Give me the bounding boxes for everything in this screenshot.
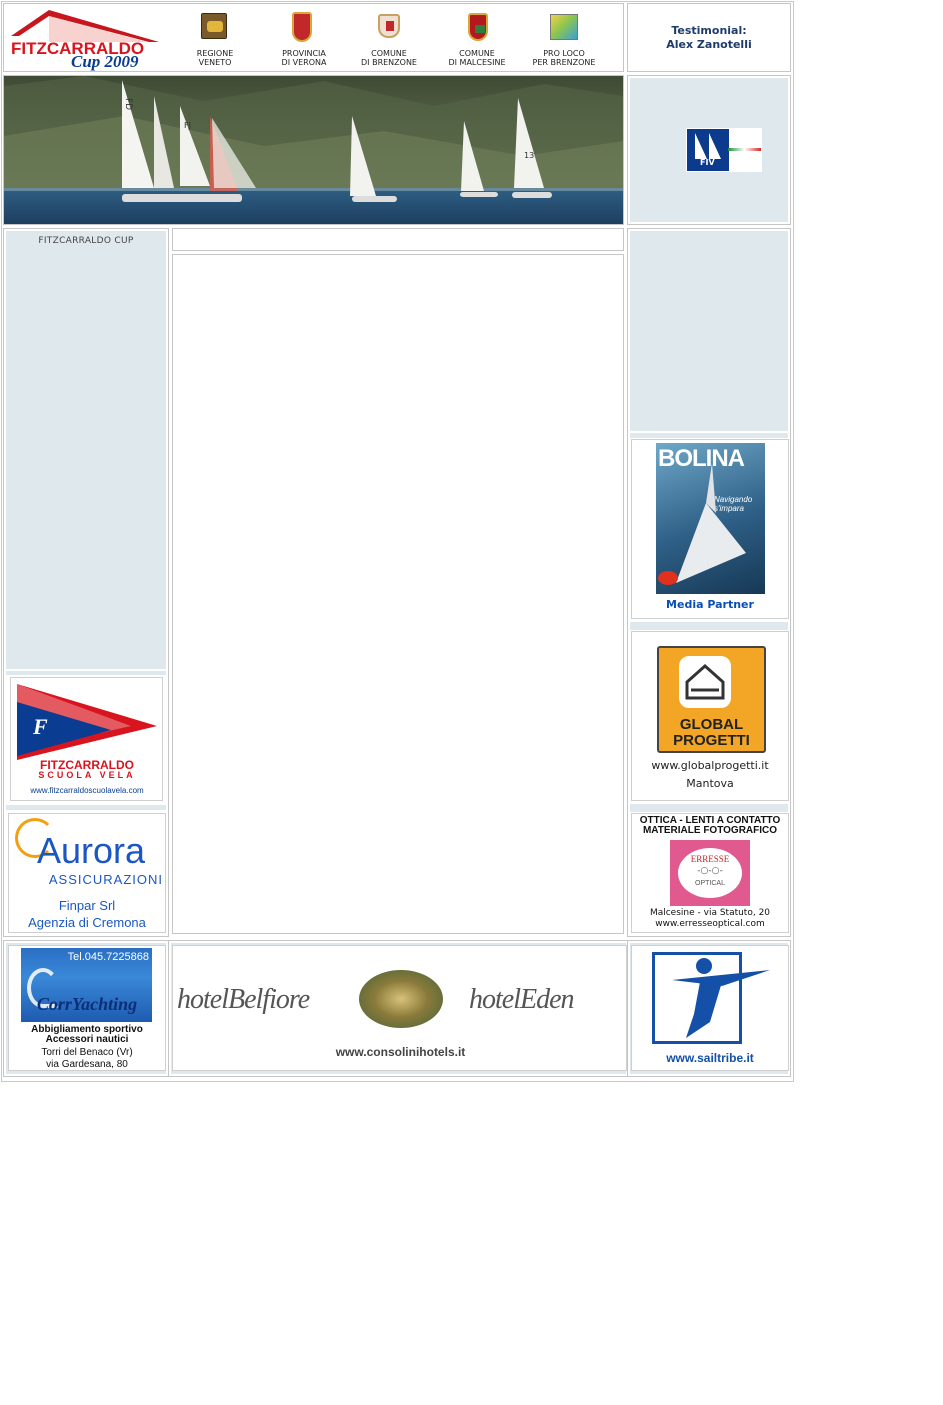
bottom-center-box: hotelBelfiore hotelEden www.consolinihot… [168,940,629,1077]
sidebar-divider [6,671,166,675]
hotels-url: www.consolinihotels.it [335,1045,466,1059]
scuola-vela-f-letter: F [33,714,48,739]
global-line1: GLOBAL [679,716,744,733]
right-sidebar-panel [630,231,788,431]
patron-line1: PROVINCIA [282,49,326,58]
sidebar-divider [630,804,788,812]
fiv-stripe [728,148,761,151]
corr-yachting-logo: Tel.045.7225868 CorrYachting [21,948,152,1022]
sail-number: FJ [184,121,191,130]
erresse-logo: ERRESSE -○-○- OPTICAL [670,840,750,906]
sail-number: FD [123,98,133,110]
glasses-icon: -○-○- [697,866,723,876]
scuola-vela-sub: SCUOLA VELA [38,770,136,780]
center-content [172,254,624,934]
patron-comune-brenzone[interactable]: COMUNE DI BRENZONE [360,12,418,68]
fiv-logo[interactable]: FIV [686,128,762,172]
corr-yachting-line4: via Gardesana, 80 [46,1059,128,1070]
fiv-box: FIV [627,75,791,225]
sailor-figure-icon [672,958,770,1038]
logo-subtitle: Cup 2009 [71,52,139,71]
ad-corr-yachting[interactable]: Tel.045.7225868 CorrYachting Abbigliamen… [8,945,166,1071]
fiv-label: FIV [700,158,715,167]
testimonial-name: Alex Zanotelli [666,38,752,51]
patron-line2: VENETO [198,58,232,67]
shield-crest-icon [468,13,488,41]
sailing-regatta-image: FD FJ 13 [4,76,623,224]
hotel-eden: hotelEden [469,984,575,1015]
corr-yachting-line3: Torri del Benaco (Vr) [41,1047,133,1058]
sailtribe-url: www.sailtribe.it [666,1051,754,1065]
bottom-right-box: www.sailtribe.it [627,940,791,1077]
sidebar-divider [630,622,788,630]
corr-yachting-phone: Tel.045.7225868 [67,951,149,963]
ottica-address: Malcesine - via Statuto, 20 [649,908,771,918]
testimonial-box[interactable]: Testimonial: Alex Zanotelli [627,3,791,72]
sidebar-title: FITZCARRALDO CUP [38,236,134,246]
patron-pro-loco-brenzone[interactable]: PRO LOCO PER BRENZONE [532,12,596,68]
ottica-url: www.erresseoptical.com [655,919,765,929]
sidebar-divider [630,433,788,438]
shield-crest-icon [378,14,400,38]
left-sidebar-panel [6,231,166,669]
sail-number: 13 [524,151,534,160]
banner-photo: FD FJ 13 [3,75,624,225]
ad-sailtribe[interactable]: www.sailtribe.it [631,945,789,1071]
patron-line1: COMUNE [459,49,495,58]
erresse-brand: ERRESSE [690,854,730,864]
global-city: Mantova [686,777,734,790]
aurora-sub: ASSICURAZIONI [48,872,163,887]
bolina-badge-icon [658,571,678,585]
corr-yachting-brand: CorrYachting [36,994,138,1014]
aurora-line1: Finpar Srl [58,898,116,913]
aurora-brand: Aurora [36,830,146,871]
patron-line2: PER BRENZONE [532,58,596,67]
sailtribe-logo [652,952,770,1044]
ad-fitzcarraldo-scuola-vela[interactable]: F FITZCARRALDO SCUOLA VELA www.fitzcarra… [10,677,163,801]
hotel-photo-medallion [359,970,443,1028]
patron-line2: DI MALCESINE [448,58,506,67]
ad-erresse-optical[interactable]: OTTICA - LENTI A CONTATTO MATERIALE FOTO… [631,813,789,933]
left-sidebar: FITZCARRALDO CUP F FITZCARRALDO SCUOLA V… [3,228,169,937]
lion-crest-icon [201,13,227,39]
fitzcarraldo-cup-logo[interactable]: FITZCARRALDO Cup 2009 [9,6,159,71]
patron-provincia-verona[interactable]: PROVINCIA DI VERONA [276,12,332,68]
header-logos-box: FITZCARRALDO Cup 2009 REGIONE VENETO PRO… [3,3,624,72]
ad-bolina-media-partner[interactable]: BOLINA Navigando s'impara Media Partner [631,439,789,619]
global-url: www.globalprogetti.it [651,759,769,772]
center-top-bar [172,228,624,251]
patron-line1: COMUNE [371,49,407,58]
bottom-left-box: Tel.045.7225868 CorrYachting Abbigliamen… [3,940,169,1077]
bolina-caption: Media Partner [666,598,754,611]
patron-comune-malcesine[interactable]: COMUNE DI MALCESINE [446,12,508,68]
patron-line2: DI VERONA [281,58,327,67]
global-line2: PROGETTI [673,732,750,749]
global-progetti-logo: GLOBAL PROGETTI [657,646,766,753]
testimonial-label: Testimonial: [671,24,747,37]
patron-line2: DI BRENZONE [361,58,417,67]
landscape-logo-icon [550,14,578,40]
ottica-line2: MATERIALE FOTOGRAFICO [642,825,778,836]
aurora-line2: Agenzia di Cremona [28,915,146,930]
patron-line1: REGIONE [196,49,234,58]
patron-line1: PRO LOCO [543,49,585,58]
sidebar-divider [6,805,166,810]
right-sidebar: BOLINA Navigando s'impara Media Partner … [627,228,791,937]
house-icon [679,656,731,708]
erresse-sub: OPTICAL [695,880,725,887]
corr-yachting-line2: Accessori nautici [45,1034,129,1045]
bolina-magazine-cover: BOLINA Navigando s'impara [656,443,765,594]
hotel-belfiore: hotelBelfiore [177,984,310,1015]
ad-global-progetti[interactable]: GLOBAL PROGETTI www.globalprogetti.it Ma… [631,631,789,801]
ad-consolini-hotels[interactable]: hotelBelfiore hotelEden www.consolinihot… [172,945,627,1071]
shield-crest-icon [292,12,312,42]
patron-regione-veneto[interactable]: REGIONE VENETO [190,12,240,68]
scuola-vela-url: www.fitzcarraldoscuolavela.com [30,786,144,795]
ad-aurora-assicurazioni[interactable]: Aurora ASSICURAZIONI Finpar Srl Agenzia … [8,813,166,933]
